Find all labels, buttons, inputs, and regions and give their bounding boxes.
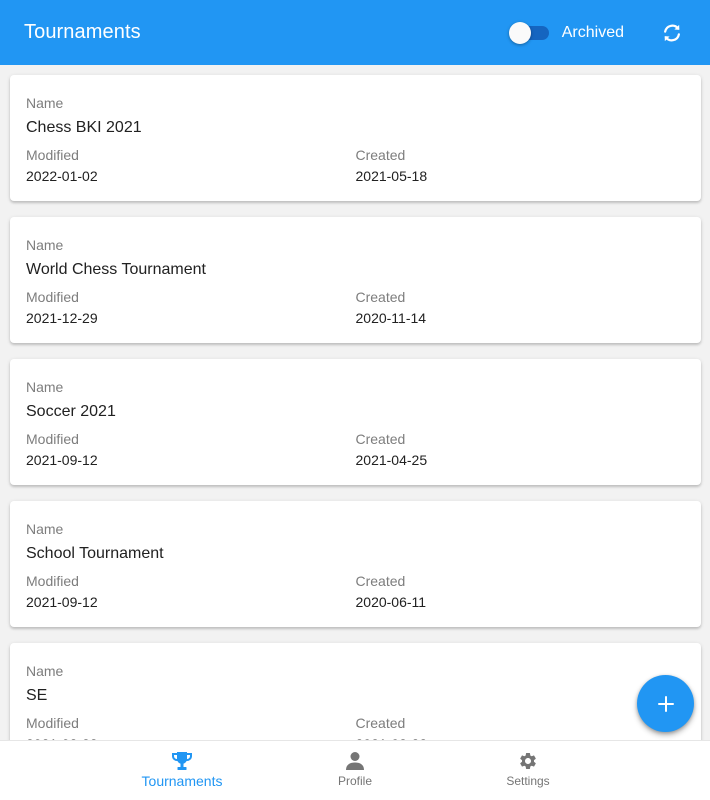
modified-date: 2022-01-02 bbox=[26, 168, 98, 184]
gear-icon bbox=[520, 753, 536, 769]
tournament-name: Soccer 2021 bbox=[26, 403, 116, 420]
name-label: Name bbox=[26, 95, 64, 111]
modified-date: 2021-09-12 bbox=[26, 594, 98, 610]
add-tournament-button[interactable] bbox=[637, 675, 694, 732]
archived-label: Archived bbox=[561, 23, 624, 41]
name-label: Name bbox=[26, 237, 64, 253]
trophy-icon bbox=[171, 752, 193, 770]
created-label: Created bbox=[355, 715, 406, 731]
page-title: Tournaments bbox=[24, 21, 141, 43]
modified-label: Modified bbox=[26, 573, 79, 589]
nav-settings-label: Settings bbox=[506, 774, 550, 788]
tournament-name: SE bbox=[26, 687, 48, 704]
name-label: Name bbox=[26, 379, 64, 395]
created-label: Created bbox=[355, 431, 406, 447]
created-date: 2020-06-11 bbox=[355, 594, 427, 610]
nav-tournaments-label: Tournaments bbox=[141, 773, 223, 789]
modified-label: Modified bbox=[26, 431, 79, 447]
tournament-card[interactable]: Name School Tournament Modified 2021-09-… bbox=[10, 501, 701, 627]
tournament-card[interactable]: Name Chess BKI 2021 Modified 2022-01-02 … bbox=[10, 75, 701, 201]
nav-profile[interactable]: Profile bbox=[269, 741, 442, 800]
nav-profile-label: Profile bbox=[337, 774, 372, 788]
modified-label: Modified bbox=[26, 715, 79, 731]
app-bar: Tournaments Archived bbox=[0, 0, 710, 65]
name-label: Name bbox=[26, 521, 64, 537]
modified-label: Modified bbox=[26, 147, 79, 163]
tournament-name: School Tournament bbox=[26, 545, 164, 562]
tournament-name: Chess BKI 2021 bbox=[26, 119, 142, 136]
archived-toggle-group: Archived bbox=[508, 21, 624, 45]
created-label: Created bbox=[355, 147, 406, 163]
archived-switch[interactable] bbox=[508, 21, 549, 45]
tournament-list: Name Chess BKI 2021 Modified 2022-01-02 … bbox=[0, 65, 710, 740]
nav-tournaments[interactable]: Tournaments bbox=[96, 741, 269, 800]
modified-label: Modified bbox=[26, 289, 79, 305]
created-date: 2021-04-25 bbox=[355, 452, 428, 468]
tournament-name: World Chess Tournament bbox=[26, 261, 206, 278]
refresh-button[interactable] bbox=[654, 15, 690, 51]
created-label: Created bbox=[355, 573, 406, 589]
nav-settings[interactable]: Settings bbox=[442, 741, 615, 800]
plus-icon bbox=[657, 695, 674, 712]
tournament-card[interactable]: Name World Chess Tournament Modified 202… bbox=[10, 217, 701, 343]
refresh-icon bbox=[664, 24, 680, 41]
person-icon bbox=[346, 752, 364, 770]
created-date: 2021-05-18 bbox=[355, 168, 428, 184]
modified-date: 2021-09-12 bbox=[26, 452, 98, 468]
tournament-card[interactable]: Name Soccer 2021 Modified 2021-09-12 Cre… bbox=[10, 359, 701, 485]
bottom-navigation: Tournaments Profile Settings bbox=[0, 740, 710, 800]
created-label: Created bbox=[355, 289, 406, 305]
switch-thumb bbox=[508, 21, 531, 44]
name-label: Name bbox=[26, 663, 64, 679]
created-date: 2020-11-14 bbox=[355, 310, 427, 326]
modified-date: 2021-12-29 bbox=[26, 310, 98, 326]
tournament-card[interactable]: Name SE Modified 2021-08-28 Created 2021… bbox=[10, 643, 701, 740]
